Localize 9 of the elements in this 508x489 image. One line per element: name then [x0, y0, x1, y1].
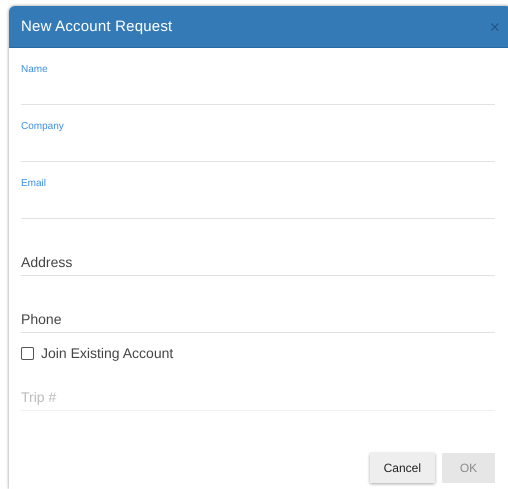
text-field[interactable]: Name: [21, 48, 495, 105]
cancel-button[interactable]: Cancel: [370, 453, 435, 483]
text-field[interactable]: Address: [21, 219, 495, 276]
checkbox-label[interactable]: Join Existing Account: [41, 345, 174, 361]
checkbox[interactable]: [21, 346, 34, 360]
text-field[interactable]: Company: [21, 105, 495, 162]
text-field[interactable]: Email: [21, 162, 495, 219]
text-field[interactable]: Phone: [21, 276, 495, 333]
dialog-title: New Account Request: [21, 18, 172, 35]
